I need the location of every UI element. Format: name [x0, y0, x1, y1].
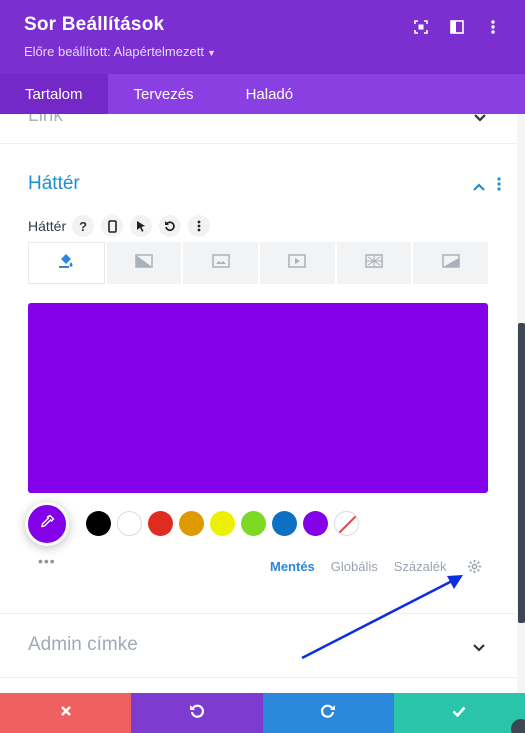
palette-tabs: Mentés Globális Százalék: [270, 559, 447, 574]
color-swatch[interactable]: [86, 511, 111, 536]
color-swatches: [86, 511, 359, 536]
more-horizontal-icon[interactable]: •••: [38, 553, 56, 569]
chevron-down-icon[interactable]: [472, 640, 486, 658]
save-icon: [452, 704, 466, 722]
save-button[interactable]: [393, 693, 525, 733]
tab-content[interactable]: Tartalom: [0, 74, 108, 114]
modal-header: Sor Beállítások Előre beállított: Alapér…: [0, 0, 525, 74]
preset-label: Előre beállított: Alapértelmezett: [24, 44, 204, 59]
tab-mask[interactable]: [413, 242, 489, 284]
more-vertical-icon[interactable]: [475, 16, 511, 38]
palette-tab-saved[interactable]: Mentés: [270, 559, 315, 574]
tab-pattern[interactable]: [336, 242, 412, 284]
gear-icon[interactable]: [467, 559, 482, 579]
palette-tab-percent[interactable]: Százalék: [394, 559, 447, 574]
chevron-down-icon: [473, 114, 487, 128]
palette-tab-global[interactable]: Globális: [331, 559, 378, 574]
section-divider: [0, 677, 517, 678]
tab-color-fill[interactable]: [28, 242, 105, 284]
background-type-tabs: [28, 242, 489, 284]
color-swatch[interactable]: [241, 511, 266, 536]
sidebar-icon[interactable]: [439, 16, 475, 38]
mask-icon: [441, 253, 460, 273]
cancel-icon: [60, 704, 72, 722]
modal-title: Sor Beállítások: [24, 14, 165, 35]
section-divider: [0, 613, 517, 614]
undo-icon: [189, 703, 205, 724]
caret-down-icon: ▼: [206, 48, 216, 58]
color-swatch[interactable]: [117, 511, 142, 536]
focus-icon[interactable]: [403, 16, 439, 38]
color-swatch[interactable]: [210, 511, 235, 536]
resize-handle[interactable]: [511, 719, 525, 733]
video-icon: [288, 253, 307, 273]
scrollbar-thumb[interactable]: [518, 323, 525, 623]
tab-design[interactable]: Tervezés: [108, 74, 220, 114]
reset-icon[interactable]: [159, 215, 182, 237]
swatch-transparent[interactable]: [334, 511, 359, 536]
color-swatch[interactable]: [179, 511, 204, 536]
link-section[interactable]: Link: [0, 114, 517, 144]
mobile-icon[interactable]: [101, 215, 124, 237]
more-vertical-icon[interactable]: [188, 215, 211, 237]
help-icon[interactable]: ?: [72, 215, 95, 237]
image-icon: [211, 253, 230, 273]
background-section-title[interactable]: Háttér: [28, 173, 80, 195]
cursor-icon[interactable]: [130, 215, 153, 237]
gradient-icon: [135, 253, 153, 273]
preset-selector[interactable]: Előre beállított: Alapértelmezett ▼: [24, 44, 216, 59]
link-section-title: Link: [28, 114, 63, 126]
color-swatch[interactable]: [272, 511, 297, 536]
background-color-preview: [28, 303, 488, 493]
more-vertical-icon[interactable]: [497, 177, 501, 196]
pattern-icon: [365, 253, 383, 273]
eyedropper-icon: [39, 514, 55, 535]
color-swatch[interactable]: [303, 511, 328, 536]
chevron-up-icon[interactable]: [472, 179, 486, 197]
background-field-label: Háttér: [28, 218, 67, 234]
background-field-row: Háttér ?: [28, 214, 217, 238]
header-actions: [403, 16, 511, 38]
tab-advanced[interactable]: Haladó: [220, 74, 320, 114]
redo-button[interactable]: [262, 693, 394, 733]
tab-gradient[interactable]: [106, 242, 182, 284]
color-picker-button[interactable]: [25, 502, 69, 546]
tab-image[interactable]: [183, 242, 259, 284]
redo-icon: [320, 703, 336, 724]
modal-footer: [0, 693, 525, 733]
admin-label-section-title[interactable]: Admin címke: [28, 634, 138, 656]
settings-tabs: Tartalom Tervezés Haladó: [0, 74, 525, 114]
color-swatch[interactable]: [148, 511, 173, 536]
cancel-button[interactable]: [0, 693, 132, 733]
tab-video[interactable]: [260, 242, 335, 284]
undo-button[interactable]: [131, 693, 263, 733]
color-fill-icon: [58, 253, 74, 274]
